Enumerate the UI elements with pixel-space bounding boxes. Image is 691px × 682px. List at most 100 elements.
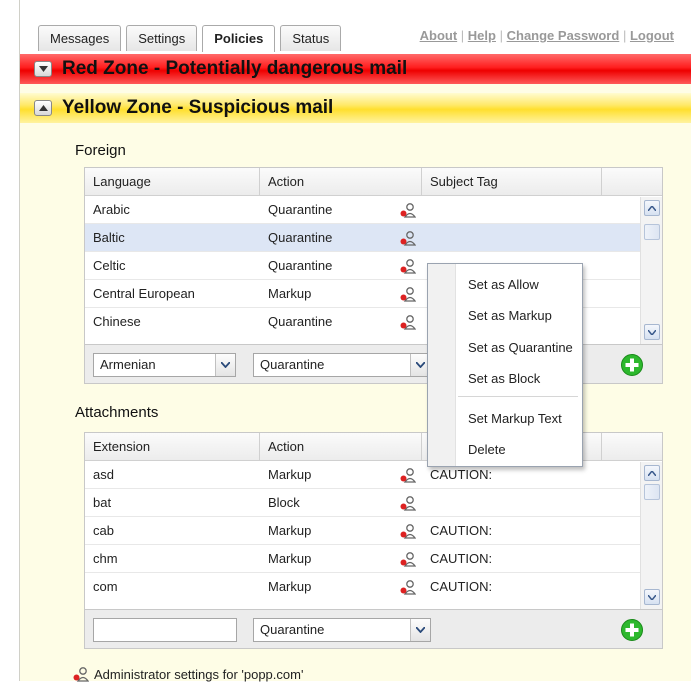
add-language-plus-icon[interactable] (621, 354, 643, 376)
table-row[interactable]: Arabic Quarantine (85, 196, 662, 224)
column-header-action[interactable]: Action (260, 433, 422, 461)
menu-item-delete[interactable]: Delete (468, 442, 506, 457)
change-password-link[interactable]: Change Password (507, 28, 620, 43)
red-zone-title: Red Zone - Potentially dangerous mail (62, 58, 408, 79)
action-cell: Markup (268, 286, 312, 301)
menu-item-set-as-allow[interactable]: Set as Allow (468, 277, 539, 292)
foreign-action-select-value: Quarantine (260, 357, 325, 372)
app-frame: Messages Settings Policies Status About … (19, 0, 691, 682)
admin-icon (400, 196, 422, 224)
add-extension-plus-icon[interactable] (621, 619, 643, 641)
column-header-spacer (602, 433, 634, 461)
attachments-add-bar: Quarantine (84, 610, 663, 649)
attachments-section-title: Attachments (75, 404, 159, 421)
scroll-up-icon[interactable] (644, 200, 660, 216)
column-header-subject-tag[interactable]: Subject Tag (422, 168, 602, 196)
attachment-action-select[interactable]: Quarantine (253, 618, 431, 642)
table-row[interactable]: com Markup CAUTION: (85, 573, 662, 601)
row-context-menu: Set as Allow Set as Markup Set as Quaran… (427, 263, 583, 467)
table-row[interactable]: cab Markup CAUTION: (85, 517, 662, 545)
help-link[interactable]: Help (468, 28, 496, 43)
top-bar: Messages Settings Policies Status About … (20, 0, 691, 54)
tag-cell: CAUTION: (430, 551, 493, 566)
tag-cell (422, 489, 634, 517)
admin-icon (400, 573, 422, 601)
chevron-down-icon[interactable] (215, 354, 235, 376)
admin-icon (400, 308, 422, 336)
scroll-thumb[interactable] (644, 484, 660, 500)
link-separator: | (499, 28, 503, 43)
language-cell: Baltic (93, 230, 125, 245)
logout-link[interactable]: Logout (630, 28, 674, 43)
footer-text: Administrator settings for 'popp.com' (94, 667, 304, 682)
scroll-down-icon[interactable] (644, 589, 660, 605)
column-header-language[interactable]: Language (85, 168, 260, 196)
action-cell: Markup (268, 551, 312, 566)
menu-item-set-markup-text[interactable]: Set Markup Text (468, 411, 562, 426)
admin-icon (400, 224, 422, 252)
action-cell: Quarantine (268, 258, 333, 273)
menu-item-set-as-markup[interactable]: Set as Markup (468, 308, 552, 323)
table-row[interactable]: bat Block (85, 489, 662, 517)
language-cell: Celtic (93, 258, 126, 273)
foreign-scrollbar[interactable] (640, 197, 662, 344)
action-cell: Markup (268, 523, 312, 538)
admin-icon (400, 461, 422, 489)
expand-chevron-icon[interactable] (34, 61, 52, 77)
admin-icon (400, 252, 422, 280)
tab-settings[interactable]: Settings (126, 25, 198, 51)
action-cell: Quarantine (268, 202, 333, 217)
scroll-up-icon[interactable] (644, 465, 660, 481)
tag-cell (422, 224, 634, 252)
table-row[interactable]: chm Markup CAUTION: (85, 545, 662, 573)
tab-messages[interactable]: Messages (38, 25, 122, 51)
about-link[interactable]: About (420, 28, 458, 43)
column-header-spacer (602, 168, 634, 196)
admin-icon (400, 489, 422, 517)
action-cell: Quarantine (268, 230, 333, 245)
language-cell: Chinese (93, 314, 141, 329)
tab-status[interactable]: Status (280, 25, 342, 51)
collapse-chevron-icon[interactable] (34, 100, 52, 116)
scroll-down-icon[interactable] (644, 324, 660, 340)
menu-item-set-as-block[interactable]: Set as Block (468, 371, 540, 386)
foreign-grid-header: Language Action Subject Tag (85, 168, 662, 196)
attachments-scrollbar[interactable] (640, 462, 662, 609)
action-cell: Markup (268, 467, 312, 482)
action-cell: Block (268, 495, 300, 510)
admin-icon (73, 667, 89, 682)
extension-input[interactable] (93, 618, 237, 642)
tab-policies[interactable]: Policies (202, 25, 276, 52)
extension-cell: com (93, 579, 118, 594)
action-cell: Quarantine (268, 314, 333, 329)
context-menu-icon-rail (428, 264, 456, 466)
yellow-zone-title: Yellow Zone - Suspicious mail (62, 97, 334, 118)
extension-cell: bat (93, 495, 112, 510)
language-select[interactable]: Armenian (93, 353, 236, 377)
extension-cell: chm (93, 551, 118, 566)
menu-item-set-as-quarantine[interactable]: Set as Quarantine (468, 340, 573, 355)
link-separator: | (460, 28, 465, 43)
admin-icon (400, 280, 422, 308)
action-cell: Markup (268, 579, 312, 594)
foreign-action-select[interactable]: Quarantine (253, 353, 431, 377)
footer-note: Administrator settings for 'popp.com' (73, 667, 303, 682)
column-header-action[interactable]: Action (260, 168, 422, 196)
tag-cell: CAUTION: (430, 579, 493, 594)
red-zone-header[interactable]: Red Zone - Potentially dangerous mail (20, 54, 691, 84)
extension-cell: cab (93, 523, 114, 538)
foreign-section-title: Foreign (75, 142, 126, 159)
attachment-action-select-value: Quarantine (260, 622, 325, 637)
table-row[interactable]: Baltic Quarantine (85, 224, 662, 252)
chevron-down-icon[interactable] (410, 619, 430, 641)
menu-separator (458, 396, 578, 397)
admin-icon (400, 545, 422, 573)
tab-strip: Messages Settings Policies Status (38, 25, 346, 52)
scroll-thumb[interactable] (644, 224, 660, 240)
tag-cell: CAUTION: (430, 523, 493, 538)
language-select-value: Armenian (100, 357, 156, 372)
tag-cell (422, 196, 634, 224)
column-header-extension[interactable]: Extension (85, 433, 260, 461)
yellow-zone-header[interactable]: Yellow Zone - Suspicious mail (20, 93, 691, 123)
top-links: About | Help | Change Password | Logout (420, 28, 674, 43)
